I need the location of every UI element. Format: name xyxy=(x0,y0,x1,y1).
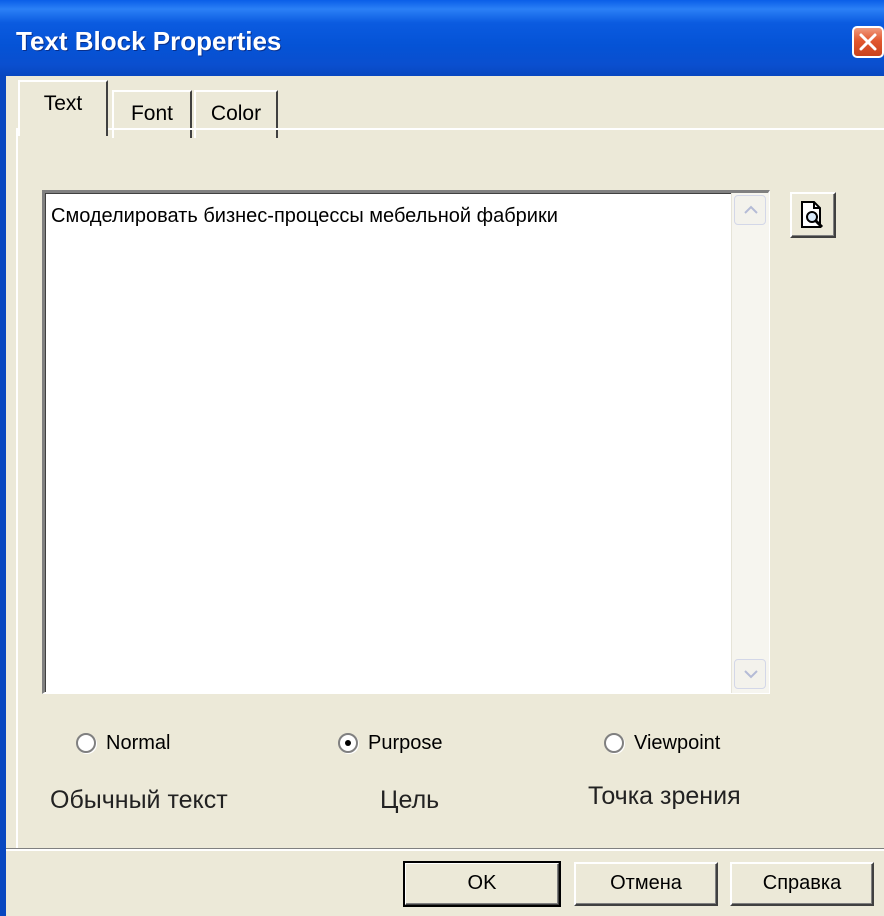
radio-purpose[interactable]: Purpose xyxy=(338,730,443,756)
radio-normal[interactable]: Normal xyxy=(76,730,170,756)
text-block-properties-dialog: Text Block Properties Text Font Color См… xyxy=(0,0,884,916)
chevron-up-icon xyxy=(744,205,758,214)
ok-button-label: OK xyxy=(467,872,497,894)
scroll-up-button[interactable] xyxy=(734,195,766,225)
close-icon xyxy=(859,33,877,51)
radio-viewpoint-circle[interactable] xyxy=(604,733,624,753)
radio-normal-circle[interactable] xyxy=(76,733,96,753)
preview-button[interactable] xyxy=(790,192,836,238)
title-bar[interactable]: Text Block Properties xyxy=(0,0,884,76)
footer-separator xyxy=(6,848,884,851)
window-title: Text Block Properties xyxy=(16,26,282,56)
textarea-content: Смоделировать бизнес-процессы мебельной … xyxy=(51,205,558,227)
tab-text-label: Text xyxy=(43,92,83,115)
vertical-scrollbar[interactable] xyxy=(731,193,769,693)
tab-text[interactable]: Text xyxy=(18,80,108,136)
ok-button[interactable]: OK xyxy=(403,861,561,907)
radio-checked-dot xyxy=(345,740,351,746)
cancel-button[interactable]: Отмена xyxy=(574,862,718,906)
radio-viewpoint-label: Viewpoint xyxy=(634,731,721,754)
scroll-down-button[interactable] xyxy=(734,659,766,689)
window-frame-left xyxy=(0,76,6,916)
radio-normal-label: Normal xyxy=(106,731,171,754)
radio-viewpoint[interactable]: Viewpoint xyxy=(604,730,720,756)
caption-purpose: Цель xyxy=(380,786,440,814)
help-button[interactable]: Справка xyxy=(730,862,874,906)
caption-viewpoint: Точка зрения xyxy=(588,782,741,810)
tab-font-label: Font xyxy=(130,102,174,125)
cancel-button-label: Отмена xyxy=(610,872,682,894)
document-preview-icon xyxy=(801,201,824,229)
radio-purpose-label: Purpose xyxy=(368,731,443,754)
radio-purpose-circle[interactable] xyxy=(338,733,358,753)
chevron-down-icon xyxy=(744,670,758,679)
help-button-label: Справка xyxy=(762,872,842,894)
text-block-textarea[interactable]: Смоделировать бизнес-процессы мебельной … xyxy=(42,190,770,694)
caption-normal: Обычный текст xyxy=(50,786,228,814)
tab-color-label: Color xyxy=(210,102,262,125)
close-button[interactable] xyxy=(852,26,884,58)
